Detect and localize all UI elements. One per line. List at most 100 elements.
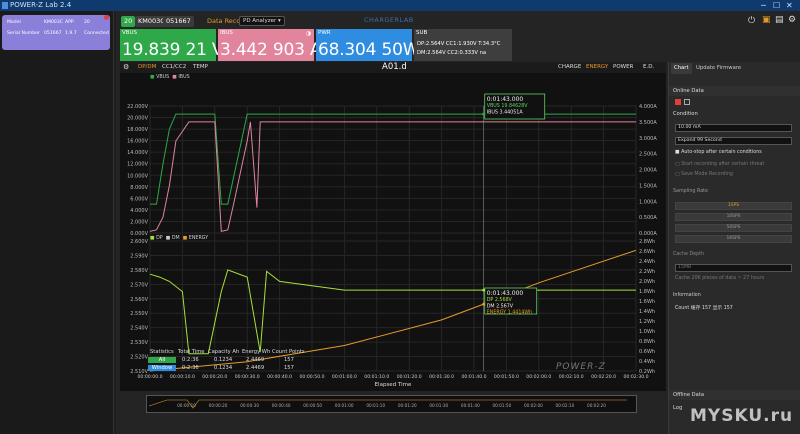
toolbar-serial: 051667 bbox=[163, 16, 194, 27]
save-mode-checkbox[interactable]: □ Save Mode Recording bbox=[675, 172, 733, 177]
pwr-tile: PWR 68.304 50W bbox=[316, 29, 420, 61]
tab-power[interactable]: POWER bbox=[613, 64, 633, 70]
y-tick-label: 6.000V bbox=[130, 196, 148, 202]
stats-all-label[interactable]: All bbox=[148, 357, 176, 363]
y-tick-label-right: 2.6Wh bbox=[639, 249, 655, 255]
cache-depth-header: Cache Depth bbox=[673, 252, 705, 257]
record-button[interactable] bbox=[675, 99, 681, 105]
title-bar: POWER-Z Lab 2.4 ─ ☐ ✕ bbox=[0, 0, 800, 11]
pwr-label: PWR bbox=[318, 30, 331, 36]
overview-tick: 00:00:20 bbox=[209, 403, 228, 408]
y-tick-label-right: 1.000A bbox=[639, 199, 657, 205]
legend-bottom: ■ DP ■ DM ■ ENERGY bbox=[150, 236, 208, 241]
maximize-icon[interactable]: ☐ bbox=[773, 0, 780, 11]
legend-top: ■ VBUS ■ IBUS bbox=[150, 75, 190, 80]
stats-header: Count Points bbox=[272, 349, 305, 355]
close-icon[interactable]: ✕ bbox=[786, 0, 793, 11]
x-tick-label: 00:01:50.0 bbox=[494, 374, 519, 380]
legend-dm: DM bbox=[171, 236, 180, 241]
rate-1ksps-button[interactable]: 1KSPS bbox=[675, 235, 792, 243]
ibus-toggle-icon[interactable]: ◑ bbox=[306, 30, 311, 37]
y-tick-label: 22.000V bbox=[127, 104, 148, 110]
y-tick-label-right: 1.8Wh bbox=[639, 289, 655, 295]
legend-ibus-swatch: ■ bbox=[172, 75, 177, 80]
y-tick-label-right: 0.000A bbox=[639, 231, 657, 237]
chart-file-title: A01.d bbox=[382, 62, 407, 72]
start-threat-checkbox[interactable]: □ Start recording after certain threat bbox=[675, 162, 764, 167]
condition-current-input[interactable]: 10.00 mA bbox=[675, 124, 792, 132]
rate-10sps-button[interactable]: 10SPS bbox=[675, 213, 792, 221]
stats-cell: 0:2:36 bbox=[182, 365, 199, 371]
rate-50sps-button[interactable]: 50SPS bbox=[675, 224, 792, 232]
tab-energy[interactable]: ENERGY bbox=[586, 64, 608, 70]
y-tick-label: 0.000V bbox=[130, 231, 148, 237]
ibus-tile: IBUS 3.442 903 A ◑ bbox=[218, 29, 322, 61]
tab-dpdm[interactable]: DP/DM bbox=[138, 64, 156, 70]
stats-cell: 157 bbox=[284, 365, 294, 371]
tab-chart[interactable]: Chart bbox=[671, 63, 692, 74]
overview-tick: 00:02:20 bbox=[587, 403, 606, 408]
cursor-box-bottom-text: DM 2.567V bbox=[487, 303, 514, 309]
y-tick-label: 16.000V bbox=[127, 139, 148, 145]
analyzer-dropdown[interactable]: PD Analyzer ▾ bbox=[239, 16, 285, 26]
ibus-line bbox=[149, 121, 636, 233]
connection-status: Connected bbox=[84, 31, 109, 36]
chart-settings-icon[interactable]: ⚙ bbox=[123, 63, 129, 71]
y-tick-label: 2.000V bbox=[130, 219, 148, 225]
cursor-box-top-text: 0:01:43.000 bbox=[487, 96, 524, 103]
overview-tick: 00:02:10 bbox=[556, 403, 575, 408]
y-tick-label-right: 0.4Wh bbox=[639, 359, 655, 365]
tab-ed[interactable]: E.D. bbox=[643, 64, 654, 70]
tab-temp[interactable]: TEMP bbox=[193, 64, 208, 70]
legend-dp: DP bbox=[156, 236, 163, 241]
online-data-header[interactable]: Online Data bbox=[669, 86, 800, 96]
y-tick-label: 2.570V bbox=[130, 282, 148, 288]
plot-area[interactable]: 22.000V 20.000V 18.000V 16.000V 14.000V 12.00… bbox=[120, 73, 666, 391]
duration-select[interactable]: Expand 99 Second bbox=[675, 137, 792, 145]
y-tick-label-right: 2.000A bbox=[639, 168, 657, 174]
rate-1sps-button[interactable]: 1SPS bbox=[675, 202, 792, 210]
overview-svg: 00:00:10 00:00:20 00:00:30 00:00:40 00:00:50… bbox=[148, 399, 627, 409]
tab-charge[interactable]: CHARGE bbox=[558, 64, 581, 70]
stats-window-label[interactable]: Window bbox=[148, 365, 176, 371]
y-tick-label-right: 0.6Wh bbox=[639, 349, 655, 355]
screenshot-icon[interactable]: ▤ bbox=[775, 15, 784, 25]
y-tick-label-right: 2.4Wh bbox=[639, 259, 655, 265]
y-tick-label-right: 1.500A bbox=[639, 183, 657, 189]
legend-energy-swatch: ■ bbox=[182, 236, 188, 241]
y-tick-label: 2.560V bbox=[130, 297, 148, 303]
cursor-point bbox=[482, 288, 486, 292]
window-title: POWER-Z Lab 2.4 bbox=[10, 1, 72, 9]
timeline-overview[interactable]: 00:00:10 00:00:20 00:00:30 00:00:40 00:00:50… bbox=[146, 395, 637, 413]
device-card[interactable]: Model KM003C APP 20 Serial Number 051667… bbox=[2, 15, 110, 50]
serial-label: Serial Number bbox=[7, 31, 40, 36]
y-tick-label: 2.580V bbox=[130, 268, 148, 274]
cache-depth-select[interactable]: 15MB bbox=[675, 264, 792, 272]
overview-tick: 00:00:40 bbox=[272, 403, 291, 408]
autostop-checkbox[interactable]: ■ Auto-stop after certain conditions bbox=[675, 150, 762, 155]
stats-cell: 157 bbox=[284, 357, 294, 363]
cursor-point bbox=[482, 302, 486, 306]
x-tick-label: 00:00:50.0 bbox=[299, 374, 324, 380]
power-icon[interactable]: ⏻ bbox=[748, 16, 755, 26]
pause-button[interactable] bbox=[684, 99, 690, 105]
settings-icon[interactable]: ⚙ bbox=[788, 15, 796, 25]
record-icon[interactable]: ▣ bbox=[762, 15, 771, 25]
minimize-icon[interactable]: ─ bbox=[761, 0, 766, 11]
model-value: KM003C bbox=[44, 20, 63, 25]
dp-line bbox=[149, 269, 636, 355]
overview-tick: 00:00:30 bbox=[240, 403, 259, 408]
y-tick-label: 10.000V bbox=[127, 173, 148, 179]
x-tick-label: 00:00:30.0 bbox=[235, 374, 260, 380]
tab-cc[interactable]: CC1/CC2 bbox=[162, 64, 186, 70]
tab-update-firmware[interactable]: Update Firmware bbox=[693, 63, 744, 74]
x-tick-label: 00:02:10.0 bbox=[559, 374, 584, 380]
legend-energy: ENERGY bbox=[188, 236, 209, 241]
y-tick-label: 2.540V bbox=[130, 326, 148, 332]
x-tick-label: 00:01:30.0 bbox=[429, 374, 454, 380]
offline-data-header[interactable]: Offline Data bbox=[669, 390, 800, 400]
ibus-label: IBUS bbox=[220, 30, 233, 36]
autostop-label: Auto-stop after certain conditions bbox=[681, 150, 762, 155]
serial-value: 051667 bbox=[44, 31, 62, 36]
stats-cell: 0.1234 bbox=[214, 357, 233, 363]
